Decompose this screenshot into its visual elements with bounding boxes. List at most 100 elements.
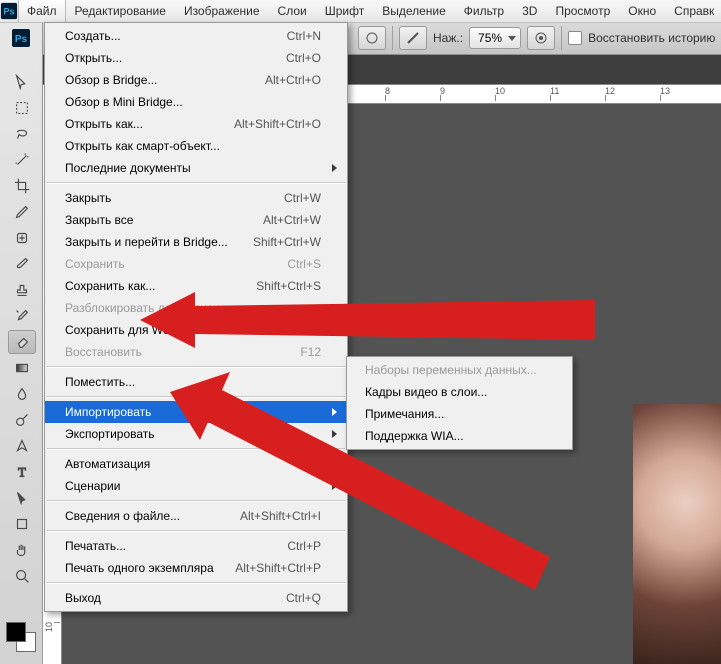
menuitem--web-[interactable]: Сохранить для Web...Alt+Shift+Ctrl+S	[45, 319, 347, 341]
menuitem-shortcut: Alt+Shift+Ctrl+O	[234, 117, 321, 131]
restore-history-checkbox[interactable]	[568, 31, 582, 45]
menuitem--[interactable]: Печать одного экземпляраAlt+Shift+Ctrl+P	[45, 557, 347, 579]
menuitem--[interactable]: ВыходCtrl+Q	[45, 587, 347, 609]
menu-фильтр[interactable]: Фильтр	[455, 0, 513, 22]
menuitem--[interactable]: Открыть как...Alt+Shift+Ctrl+O	[45, 113, 347, 135]
menuitem--[interactable]: Создать...Ctrl+N	[45, 25, 347, 47]
menu-просмотр[interactable]: Просмотр	[546, 0, 619, 22]
brush-preset-icon[interactable]	[358, 26, 386, 50]
menu-выделение[interactable]: Выделение	[373, 0, 455, 22]
airbrush-icon[interactable]	[399, 26, 427, 50]
hand-tool-icon[interactable]	[8, 538, 36, 562]
menuitem-shortcut: Alt+Ctrl+O	[265, 73, 321, 87]
heal-tool-icon[interactable]	[8, 226, 36, 250]
stamp-tool-icon[interactable]	[8, 278, 36, 302]
submenu-arrow-icon	[332, 460, 337, 468]
menuitem--[interactable]: Последние документы	[45, 157, 347, 179]
menuitem--bridge-[interactable]: Закрыть и перейти в Bridge...Shift+Ctrl+…	[45, 231, 347, 253]
gradient-tool-icon[interactable]	[8, 356, 36, 380]
menuitem-shortcut: Ctrl+P	[287, 539, 321, 553]
menuitem--[interactable]: Импортировать	[45, 401, 347, 423]
menu-изображение[interactable]: Изображение	[175, 0, 269, 22]
menu-окно[interactable]: Окно	[619, 0, 665, 22]
svg-text:Ps: Ps	[3, 7, 14, 17]
submenuitem--[interactable]: Примечания...	[347, 403, 572, 425]
menuitem-label: Импортировать	[65, 405, 321, 419]
menu-файл[interactable]: Файл	[18, 0, 66, 22]
menuitem--[interactable]: Сценарии	[45, 475, 347, 497]
menuitem-label: Сохранить для Web...	[65, 323, 235, 337]
menu-справк[interactable]: Справк	[665, 0, 721, 22]
menuitem--[interactable]: Закрыть всеAlt+Ctrl+W	[45, 209, 347, 231]
menuitem--[interactable]: Открыть как смарт-объект...	[45, 135, 347, 157]
menuitem-label: Последние документы	[65, 161, 321, 175]
foreground-color-swatch[interactable]	[6, 622, 26, 642]
menuitem-label: Сведения о файле...	[65, 509, 240, 523]
ruler-h-label: 11	[550, 86, 559, 96]
menuitem--[interactable]: Экспортировать	[45, 423, 347, 445]
menuitem--[interactable]: Печатать...Ctrl+P	[45, 535, 347, 557]
pen-tool-icon[interactable]	[8, 434, 36, 458]
blur-tool-icon[interactable]	[8, 382, 36, 406]
menuitem-shortcut: Ctrl+W	[284, 191, 321, 205]
type-tool-icon[interactable]: T	[8, 460, 36, 484]
menuitem--[interactable]: Сведения о файле...Alt+Shift+Ctrl+I	[45, 505, 347, 527]
menuitem--[interactable]: ЗакрытьCtrl+W	[45, 187, 347, 209]
menu-separator	[47, 500, 345, 502]
opacity-select[interactable]: 75%	[469, 27, 521, 49]
menuitem-label: Создать...	[65, 29, 287, 43]
menuitem-label: Открыть как смарт-объект...	[65, 139, 321, 153]
submenu-arrow-icon	[332, 482, 337, 490]
menuitem-label: Экспортировать	[65, 427, 321, 441]
opacity-label: Наж.:	[433, 31, 463, 45]
pressure-opacity-icon[interactable]	[527, 26, 555, 50]
path-select-tool-icon[interactable]	[8, 486, 36, 510]
menuitem-shortcut: Alt+Ctrl+W	[263, 213, 321, 227]
menu-bar: Ps ФайлРедактированиеИзображениеСлоиШриф…	[0, 0, 721, 23]
menuitem-label: Поместить...	[65, 375, 321, 389]
crop-tool-icon[interactable]	[8, 174, 36, 198]
move-tool-icon[interactable]	[8, 70, 36, 94]
menuitem-label: Выход	[65, 591, 286, 605]
zoom-tool-icon[interactable]	[8, 564, 36, 588]
eraser-tool-icon[interactable]	[8, 330, 36, 354]
menuitem-label: Закрыть все	[65, 213, 263, 227]
menuitem--[interactable]: Сохранить как...Shift+Ctrl+S	[45, 275, 347, 297]
menuitem-label: Обзор в Mini Bridge...	[65, 95, 321, 109]
history-brush-tool-icon[interactable]	[8, 304, 36, 328]
shape-tool-icon[interactable]	[8, 512, 36, 536]
submenuitem--: Наборы переменных данных...	[347, 359, 572, 381]
marquee-tool-icon[interactable]	[8, 96, 36, 120]
ps-logo-small-icon: Ps	[0, 22, 42, 55]
ruler-h-label: 10	[495, 86, 505, 96]
submenuitem-label: Кадры видео в слои...	[365, 385, 554, 399]
submenuitem-label: Примечания...	[365, 407, 554, 421]
submenuitem--[interactable]: Кадры видео в слои...	[347, 381, 572, 403]
wand-tool-icon[interactable]	[8, 148, 36, 172]
lasso-tool-icon[interactable]	[8, 122, 36, 146]
menuitem-shortcut: Shift+Ctrl+S	[256, 279, 321, 293]
menuitem-shortcut: F12	[300, 345, 321, 359]
menuitem--mini-bridge-[interactable]: Обзор в Mini Bridge...	[45, 91, 347, 113]
menu-шрифт[interactable]: Шрифт	[316, 0, 373, 22]
menu-3d[interactable]: 3D	[513, 0, 546, 22]
menuitem-shortcut: Ctrl+O	[286, 51, 321, 65]
menuitem--[interactable]: Открыть...Ctrl+O	[45, 47, 347, 69]
menuitem-shortcut: Shift+Ctrl+W	[253, 235, 321, 249]
dodge-tool-icon[interactable]	[8, 408, 36, 432]
submenuitem--wia-[interactable]: Поддержка WIA...	[347, 425, 572, 447]
eyedropper-tool-icon[interactable]	[8, 200, 36, 224]
color-swatch[interactable]	[6, 622, 36, 652]
menuitem--bridge-[interactable]: Обзор в Bridge...Alt+Ctrl+O	[45, 69, 347, 91]
brush-tool-icon[interactable]	[8, 252, 36, 276]
divider	[392, 26, 393, 50]
opacity-value: 75%	[478, 31, 502, 45]
menuitem--[interactable]: Поместить...	[45, 371, 347, 393]
menuitem-shortcut: Ctrl+S	[287, 257, 321, 271]
menuitem--[interactable]: Автоматизация	[45, 453, 347, 475]
menu-редактирование[interactable]: Редактирование	[66, 0, 175, 22]
menuitem-label: Обзор в Bridge...	[65, 73, 265, 87]
menuitem-shortcut: Alt+Shift+Ctrl+P	[235, 561, 321, 575]
menu-слои[interactable]: Слои	[269, 0, 316, 22]
file-menu: Создать...Ctrl+NОткрыть...Ctrl+OОбзор в …	[44, 22, 348, 612]
